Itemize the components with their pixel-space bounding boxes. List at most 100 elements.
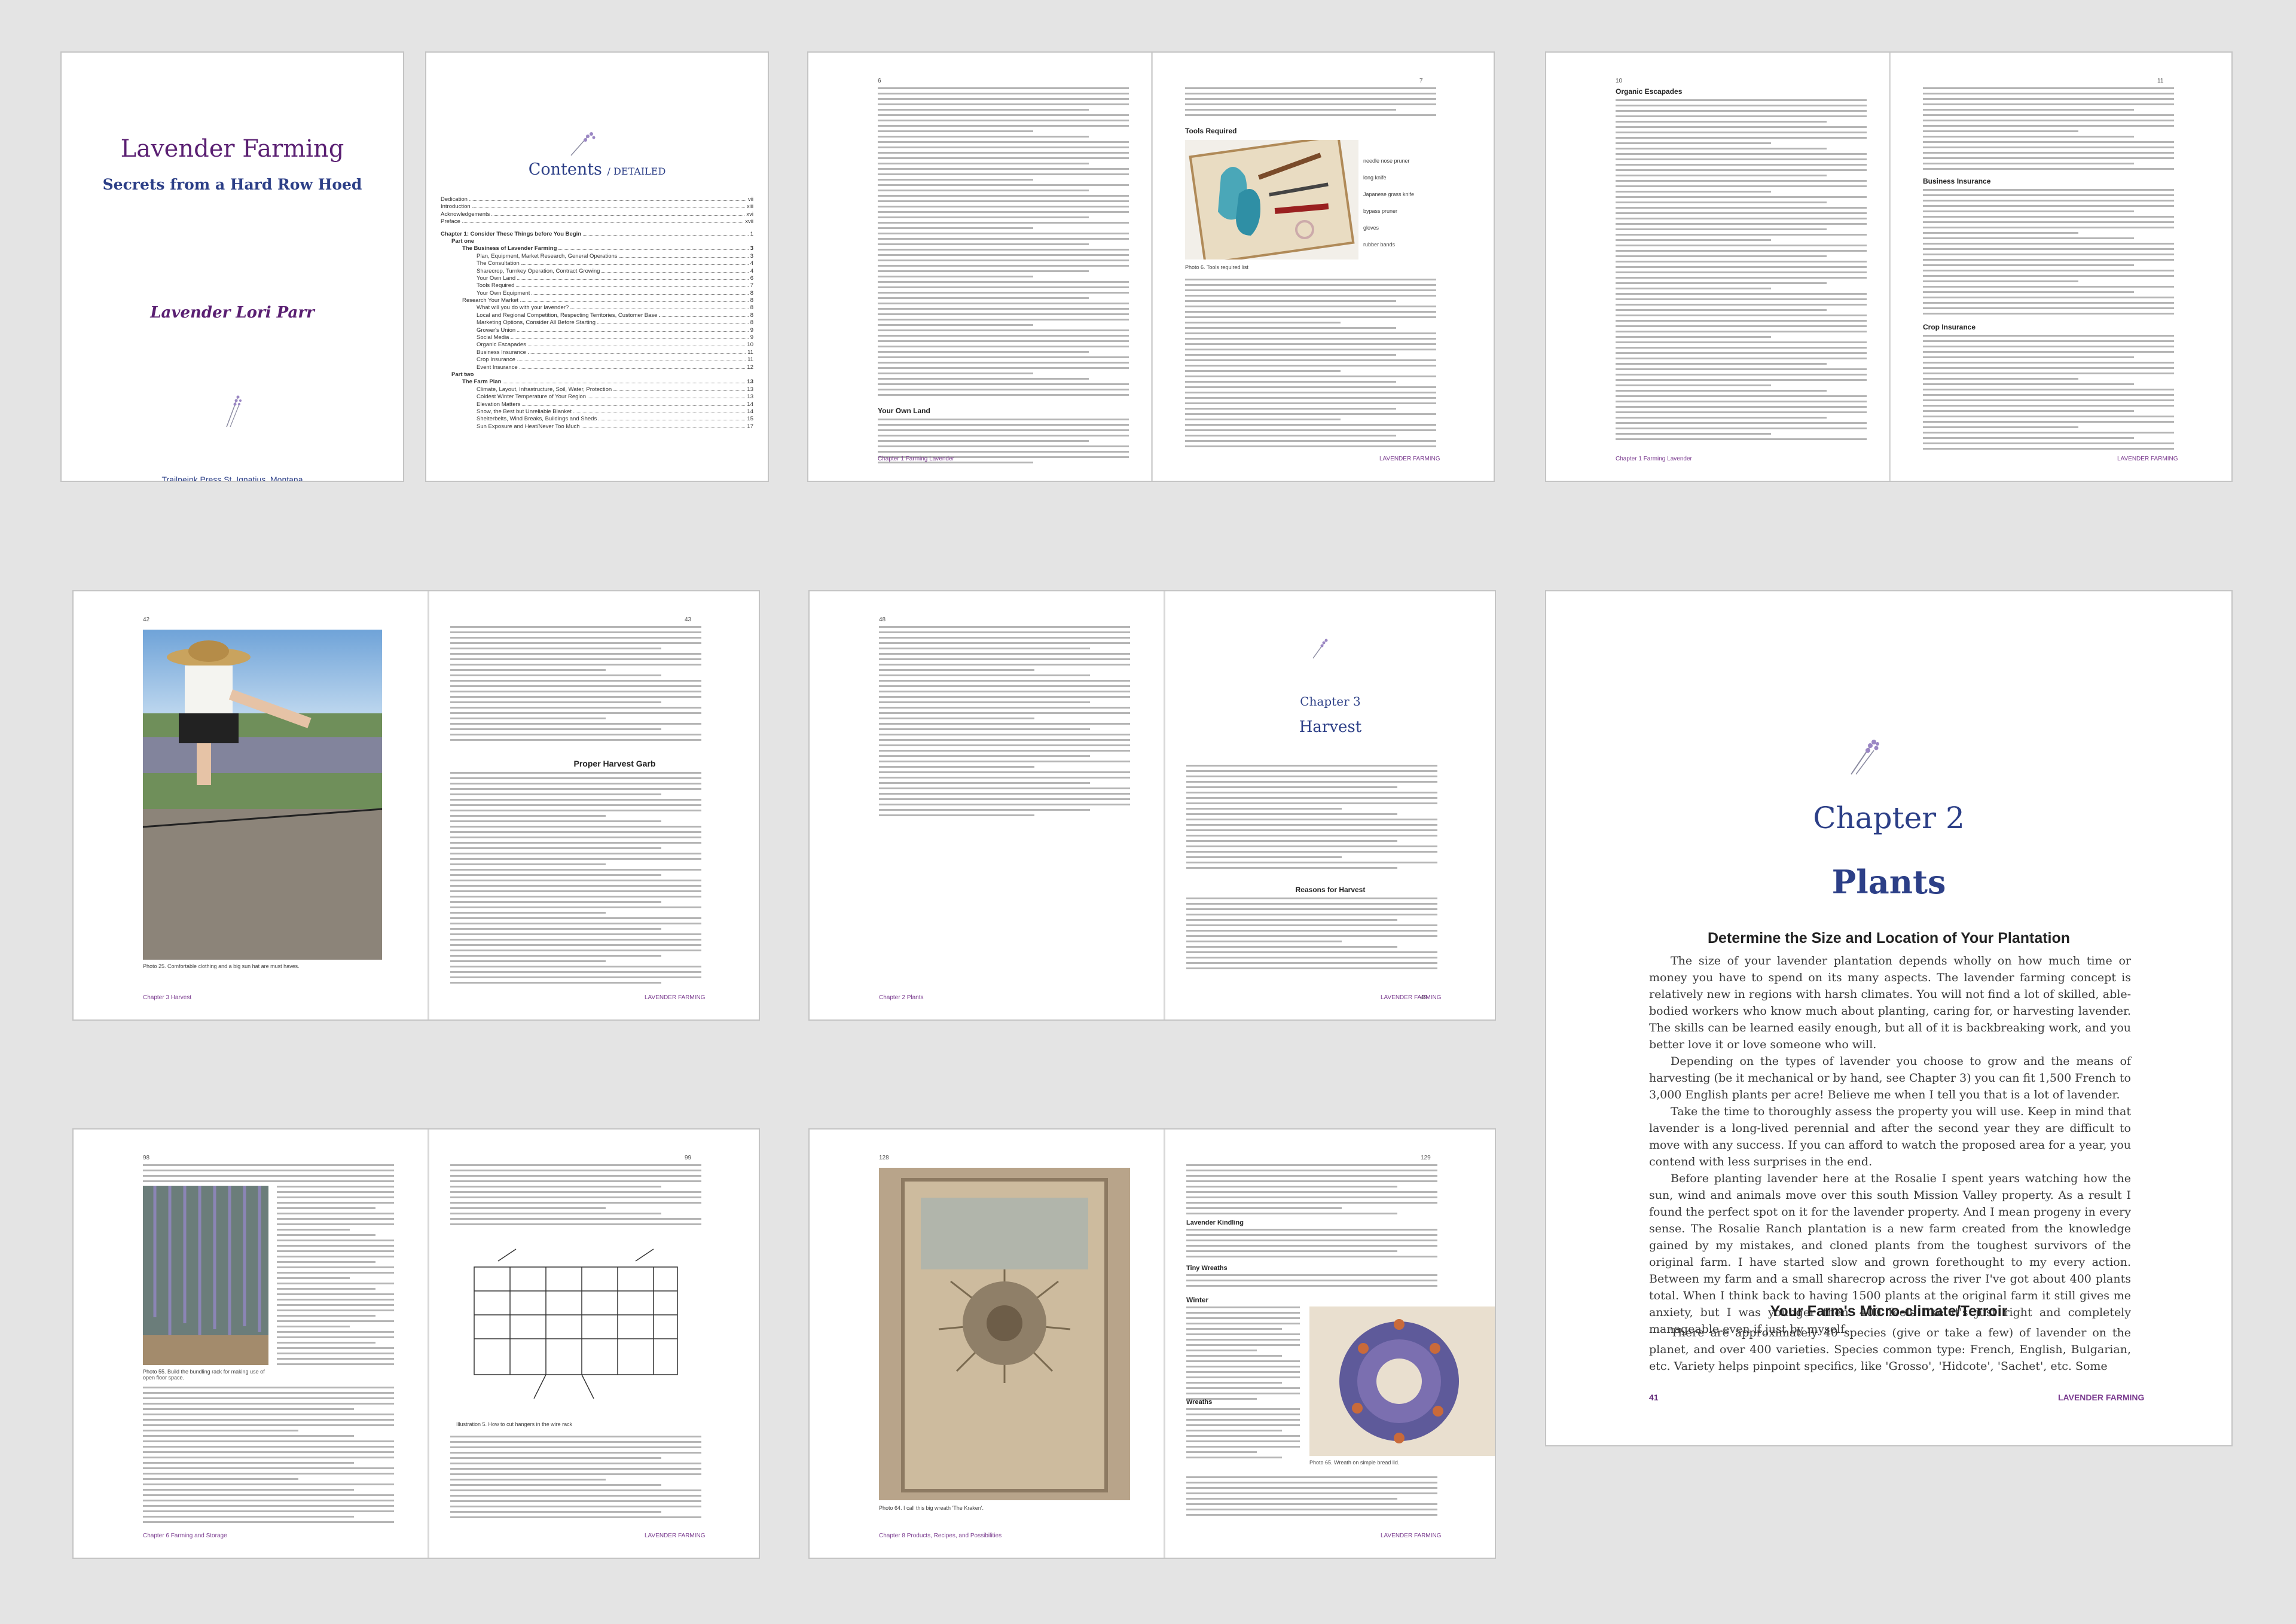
spread-pages-128-129[interactable]: 128 129 Photo 64. I call this big wreath…: [808, 1128, 1496, 1559]
text-line: [450, 674, 661, 676]
toc-entry-title: Introduction: [441, 203, 471, 210]
chapter-2-page[interactable]: Chapter 2 Plants Determine the Size and …: [1545, 590, 2233, 1446]
text-line: [450, 1175, 701, 1177]
text-line: [1186, 1424, 1300, 1426]
page-number-right: 43: [685, 616, 692, 623]
footer-brand: LAVENDER FARMING: [1381, 994, 1442, 1001]
text-line: [879, 648, 1090, 649]
toc-entry[interactable]: Shelterbelts, Wind Breaks, Buildings and…: [441, 416, 753, 423]
text-line: [878, 243, 1089, 245]
toc-entry[interactable]: Coldest Winter Temperature of Your Regio…: [441, 393, 753, 401]
spread-pages-42-43[interactable]: 42 43 Photo 25. Comfortable clothing and…: [72, 590, 760, 1021]
text-line: [878, 254, 1129, 256]
page-number: 41: [1649, 1393, 1659, 1402]
toc-entry[interactable]: The Farm Plan 13: [441, 378, 753, 386]
toc-entry[interactable]: The Business of Lavender Farming 3: [441, 245, 753, 252]
text-line: [1923, 221, 2174, 223]
toc-entry[interactable]: Marketing Options, Consider All Before S…: [441, 319, 753, 326]
text-line: [878, 163, 1089, 164]
text-line: [143, 1392, 394, 1394]
text-line: [450, 810, 701, 811]
toc-entry[interactable]: Your Own Land 6: [441, 275, 753, 282]
text-line: [450, 890, 701, 892]
text-line: [450, 712, 701, 714]
toc-entry[interactable]: What will you do with your lavender? 8: [441, 304, 753, 312]
text-line: [1923, 399, 2174, 401]
toc-entry[interactable]: Research Your Market 8: [441, 297, 753, 304]
text-line: [1923, 432, 2174, 434]
text-line: [450, 1207, 606, 1209]
toc-entry-page: 13: [747, 393, 753, 401]
toc-entry-title: Your Own Equipment: [477, 289, 530, 297]
text-line: [1186, 867, 1397, 869]
toc-entry-title: Preface: [441, 218, 460, 225]
toc-entry-page: 9: [750, 334, 753, 341]
text-line: [1186, 1457, 1282, 1458]
text-line: [1186, 1240, 1437, 1241]
text-line: [1186, 1344, 1300, 1346]
toc-entry-title: Sharecrop, Turnkey Operation, Contract G…: [477, 267, 600, 274]
spread-pages-98-99[interactable]: 98 99 Photo 55. Build the bundling rack …: [72, 1128, 760, 1559]
toc-entry[interactable]: Sharecrop, Turnkey Operation, Contract G…: [441, 268, 753, 275]
text-line: [143, 1446, 394, 1448]
toc-entry[interactable]: Snow, the Best but Unreliable Blanket 14: [441, 408, 753, 416]
text-line: [879, 707, 1130, 709]
text-line: [1185, 332, 1436, 334]
text-line: [277, 1207, 375, 1209]
toc-entry[interactable]: The Consultation 4: [441, 260, 753, 267]
text-line: [1923, 93, 2174, 94]
text-line: [878, 362, 1129, 364]
text-line: [1923, 410, 2134, 412]
title-page[interactable]: Lavender Farming Secrets from a Hard Row…: [60, 51, 404, 482]
toc-entry[interactable]: Preface xvii: [441, 218, 753, 225]
toc-entry[interactable]: Grower's Union 9: [441, 327, 753, 334]
text-line: [450, 1446, 701, 1448]
text-line: [1186, 862, 1437, 863]
text-line: [878, 445, 1129, 447]
toc-entry[interactable]: Your Own Equipment 8: [441, 290, 753, 297]
toc-entry[interactable]: Crop Insurance 11: [441, 356, 753, 364]
toc-entry[interactable]: Local and Regional Competition, Respecti…: [441, 312, 753, 319]
toc-entry[interactable]: Introduction xiii: [441, 203, 753, 210]
text-line: [450, 815, 606, 817]
text-line: [1186, 856, 1342, 858]
text-line: [277, 1283, 394, 1284]
section-heading: Reasons for Harvest: [1295, 886, 1366, 894]
text-line: [1616, 358, 1867, 359]
toc-entry[interactable]: Tools Required 7: [441, 282, 753, 289]
text-line: [450, 842, 701, 844]
toc-entry[interactable]: Dedication vii: [441, 196, 753, 203]
body-text-right: [450, 626, 701, 744]
toc-entry-title: Shelterbelts, Wind Breaks, Buildings and…: [477, 416, 597, 423]
text-line: [878, 136, 1089, 138]
text-line: [1923, 356, 2134, 358]
text-line: [878, 98, 1129, 100]
toc-entry[interactable]: Acknowledgements xvi: [441, 211, 753, 218]
text-line: [1186, 1414, 1300, 1415]
toc-entry[interactable]: Social Media 9: [441, 334, 753, 341]
text-line: [143, 1505, 394, 1507]
text-line: [450, 680, 701, 682]
text-line: [879, 718, 1035, 719]
toc-entry[interactable]: Business Insurance 11: [441, 349, 753, 356]
text-line: [450, 734, 701, 735]
text-line: [450, 1489, 701, 1491]
toc-entry[interactable]: Sun Exposure and Heat/Never Too Much 17: [441, 423, 753, 431]
toc-entry[interactable]: Climate, Layout, Infrastructure, Soil, W…: [441, 386, 753, 393]
text-line: [879, 701, 1090, 703]
spread-pages-6-7[interactable]: 6 7 Your Own Land Tools Required needle …: [807, 51, 1495, 482]
text-line: [1185, 103, 1436, 105]
text-line: [879, 814, 1035, 816]
text-line: [879, 696, 1130, 698]
text-line: [1185, 114, 1436, 116]
spread-pages-48-49[interactable]: 48 49 Chapter 3 Harvest Reasons for Harv…: [808, 590, 1496, 1021]
page-number-right: 99: [685, 1155, 692, 1161]
text-line: [143, 1500, 394, 1501]
toc-entry[interactable]: Elevation Matters 14: [441, 401, 753, 408]
toc-entry[interactable]: Plan, Equipment, Market Research, Genera…: [441, 253, 753, 260]
toc-entry[interactable]: Chapter 1: Consider These Things before …: [441, 231, 753, 238]
toc-entry[interactable]: Organic Escapades 10: [441, 341, 753, 349]
toc-entry[interactable]: Event Insurance 12: [441, 364, 753, 371]
toc-page[interactable]: Contents / DETAILED Dedication vii Introd…: [425, 51, 769, 482]
spread-pages-10-11[interactable]: 10 11 Organic Escapades Business Insuran…: [1545, 51, 2233, 482]
